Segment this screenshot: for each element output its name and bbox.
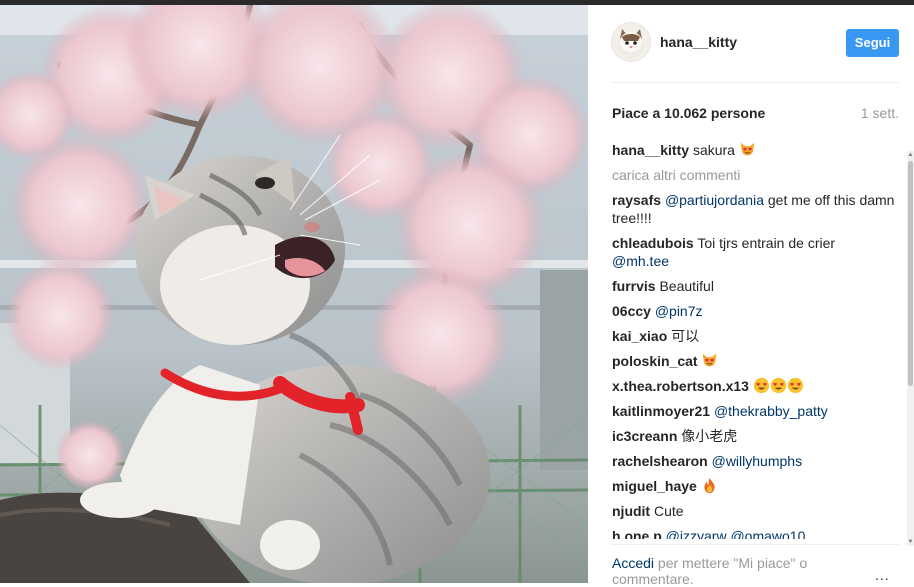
comment-item: njudit Cute [612,502,902,520]
comment-username[interactable]: raysafs [612,192,661,208]
post-photo[interactable] [0,5,588,583]
cat-heart-eyes-emoji-icon [703,353,717,367]
heart-eyes-emoji-icon [787,377,803,394]
comment-mention[interactable]: @izzyarw [666,528,727,539]
comment-text: 可以 [667,328,700,344]
comment-mention[interactable]: @omawo10 [730,528,805,539]
comment-mention[interactable]: @thekrabby_patty [714,403,828,419]
comment-item: raysafs @partiujordania get me off this … [612,191,902,227]
comment-mention[interactable]: @mh.tee [612,253,669,269]
comments-scrollbar[interactable]: ▲ ▼ [907,151,914,546]
comment-username[interactable]: njudit [612,503,650,519]
comment-item: x.thea.robertson.x13 [612,377,902,395]
comment-item: ic3creann 像小老虎 [612,427,902,445]
load-more-comments[interactable]: carica altri commenti [612,166,902,184]
heart-eyes-emoji-icon [753,377,769,394]
comment-item: kai_xiao 可以 [612,327,902,345]
comment-item: poloskin_cat [612,352,902,370]
comment-text: Toi tjrs entrain de crier [693,235,836,251]
caption-username[interactable]: hana__kitty [612,142,689,158]
comment-item: miguel_haye [612,477,902,495]
comment-mention[interactable]: @pin7z [655,303,703,319]
comment-mention[interactable]: @willyhumphs [712,453,802,469]
footer-divider [611,544,899,545]
comment-username[interactable]: miguel_haye [612,478,697,494]
fire-emoji-icon [704,477,715,494]
likes-count[interactable]: Piace a 10.062 persone [612,105,765,121]
kitten-cherry-blossom-illustration [0,5,588,583]
comment-text: 像小老虎 [677,428,738,444]
comment-item: rachelshearon @willyhumphs [612,452,902,470]
author-username[interactable]: hana__kitty [660,34,737,50]
comment-item: h.one.p @izzyarw @omawo10 [612,527,902,539]
comments-list: hana__kitty sakura carica altri commenti… [612,141,902,539]
comment-item: 06ccy @pin7z [612,302,902,320]
login-link[interactable]: Accedi [612,555,654,571]
scroll-up-arrow-icon[interactable]: ▲ [907,151,914,159]
comment-username[interactable]: kaitlinmoyer21 [612,403,710,419]
post-details-panel: hana__kitty Segui Piace a 10.062 persone… [588,5,914,587]
author-avatar[interactable] [611,22,651,62]
comment-text: Beautiful [655,278,714,294]
scroll-down-arrow-icon[interactable]: ▼ [907,538,914,546]
post-timestamp[interactable]: 1 sett. [861,105,899,121]
cat-heart-eyes-emoji-icon [740,142,755,156]
likes-row: Piace a 10.062 persone 1 sett. [612,105,899,125]
header-divider [611,82,899,83]
heart-eyes-emoji-icon [770,377,786,394]
comment-text: Cute [650,503,684,519]
caption: hana__kitty sakura [612,141,902,159]
comment-username[interactable]: rachelshearon [612,453,708,469]
comment-username[interactable]: x.thea.robertson.x13 [612,378,749,394]
comment-username[interactable]: 06ccy [612,303,651,319]
comment-item: chleadubois Toi tjrs entrain de crier @m… [612,234,902,270]
more-options-button[interactable]: ... [875,567,890,583]
comment-username[interactable]: ic3creann [612,428,677,444]
comment-username[interactable]: kai_xiao [612,328,667,344]
comment-username[interactable]: chleadubois [612,235,694,251]
comment-mention[interactable]: @partiujordania [665,192,764,208]
scrollbar-thumb[interactable] [908,161,913,386]
login-prompt: Accedi per mettere "Mi piace" o commenta… [612,555,842,587]
caption-text: sakura [692,142,735,158]
comment-username[interactable]: furrvis [612,278,656,294]
follow-button[interactable]: Segui [846,29,899,57]
comment-item: kaitlinmoyer21 @thekrabby_patty [612,402,902,420]
comment-username[interactable]: h.one.p [612,528,662,539]
comment-item: furrvis Beautiful [612,277,902,295]
comment-username[interactable]: poloskin_cat [612,353,698,369]
cat-avatar-icon [612,23,650,61]
post-header: hana__kitty Segui [588,5,914,83]
